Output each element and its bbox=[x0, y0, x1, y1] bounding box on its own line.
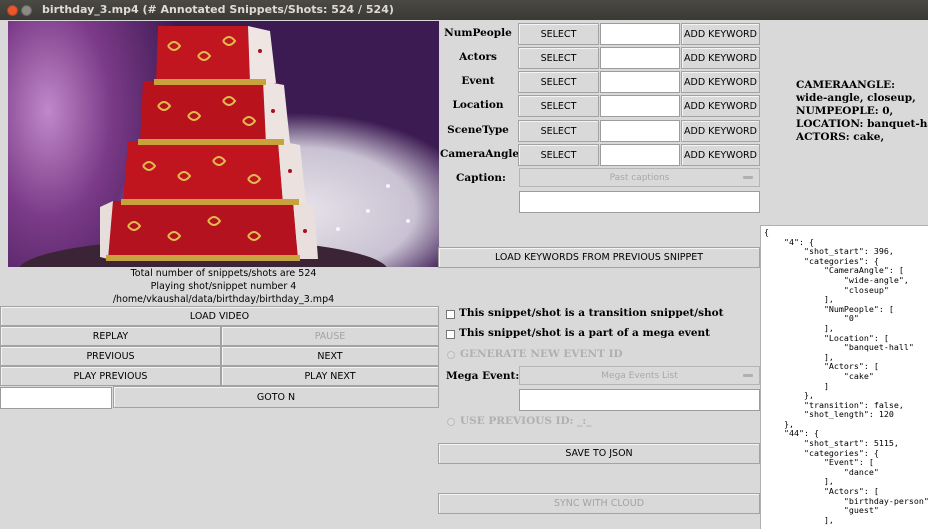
minimize-window-icon[interactable] bbox=[21, 5, 32, 16]
actors-input[interactable] bbox=[600, 47, 680, 69]
close-window-icon[interactable] bbox=[7, 5, 18, 16]
caption-label: Caption: bbox=[456, 172, 506, 184]
play-next-button[interactable]: PLAY NEXT bbox=[221, 366, 439, 386]
add-keyword-numpeople-button[interactable]: ADD KEYWORD bbox=[681, 23, 760, 45]
caption-input[interactable] bbox=[519, 191, 760, 213]
category-label: CameraAngle bbox=[440, 148, 520, 160]
add-keyword-cameraangle-button[interactable]: ADD KEYWORD bbox=[681, 144, 760, 166]
mega-events-placeholder: Mega Events List bbox=[601, 370, 678, 381]
annotation-summary: CAMERAANGLE: wide-angle, closeup, NUMPEO… bbox=[796, 79, 928, 144]
load-video-button[interactable]: LOAD VIDEO bbox=[0, 306, 439, 326]
transition-checkbox[interactable] bbox=[446, 310, 455, 319]
json-output-text: { "4": { "shot_start": 396, "categories"… bbox=[764, 227, 928, 525]
scenetype-input[interactable] bbox=[600, 120, 680, 142]
add-keyword-event-button[interactable]: ADD KEYWORD bbox=[681, 71, 760, 93]
replay-button[interactable]: REPLAY bbox=[0, 326, 221, 346]
window-titlebar: birthday_3.mp4 (# Annotated Snippets/Sho… bbox=[0, 0, 928, 20]
json-output-panel[interactable]: { "4": { "shot_start": 396, "categories"… bbox=[760, 225, 928, 529]
dropdown-arrow-icon bbox=[743, 374, 753, 377]
category-label: Event bbox=[461, 75, 495, 87]
playing-snippet-text: Playing shot/snippet number 4 bbox=[150, 281, 297, 292]
add-keyword-actors-button[interactable]: ADD KEYWORD bbox=[681, 47, 760, 69]
save-to-json-button[interactable]: SAVE TO JSON bbox=[438, 443, 760, 464]
summary-line: LOCATION: banquet-hall, bbox=[796, 118, 928, 130]
transition-checkbox-label: This snippet/shot is a transition snippe… bbox=[459, 307, 724, 319]
location-input[interactable] bbox=[600, 95, 680, 117]
next-button[interactable]: NEXT bbox=[221, 346, 439, 366]
summary-line: wide-angle, closeup, bbox=[796, 92, 916, 104]
summary-line: NUMPEOPLE: 0, bbox=[796, 105, 894, 117]
select-location-button[interactable]: SELECT bbox=[518, 95, 599, 117]
mega-event-checkbox[interactable] bbox=[446, 330, 455, 339]
category-label: Location bbox=[452, 99, 504, 111]
play-previous-button[interactable]: PLAY PREVIOUS bbox=[0, 366, 221, 386]
load-keywords-button[interactable]: LOAD KEYWORDS FROM PREVIOUS SNIPPET bbox=[438, 247, 760, 268]
use-previous-id-label: USE PREVIOUS ID: _:_ bbox=[460, 415, 592, 427]
select-scenetype-button[interactable]: SELECT bbox=[518, 120, 599, 142]
category-label: Actors bbox=[459, 51, 497, 63]
category-label: SceneType bbox=[447, 124, 509, 136]
select-numpeople-button[interactable]: SELECT bbox=[518, 23, 599, 45]
select-actors-button[interactable]: SELECT bbox=[518, 47, 599, 69]
window-title: birthday_3.mp4 (# Annotated Snippets/Sho… bbox=[42, 3, 394, 16]
video-path-text: /home/vkaushal/data/birthday/birthday_3.… bbox=[112, 294, 335, 305]
total-snippets-text: Total number of snippets/shots are 524 bbox=[130, 268, 317, 279]
select-event-button[interactable]: SELECT bbox=[518, 71, 599, 93]
cake-image bbox=[19, 26, 410, 267]
mega-events-dropdown[interactable]: Mega Events List bbox=[519, 366, 760, 385]
generate-id-label: GENERATE NEW EVENT ID bbox=[460, 348, 623, 360]
summary-line: ACTORS: cake, bbox=[796, 131, 885, 143]
past-captions-dropdown[interactable]: Past captions bbox=[519, 168, 760, 187]
use-previous-id-radio[interactable] bbox=[447, 418, 455, 426]
mega-event-label: Mega Event: bbox=[446, 370, 520, 382]
sync-with-cloud-button[interactable]: SYNC WITH CLOUD bbox=[438, 493, 760, 514]
select-cameraangle-button[interactable]: SELECT bbox=[518, 144, 599, 166]
generate-id-radio[interactable] bbox=[447, 351, 455, 359]
dropdown-arrow-icon bbox=[743, 176, 753, 179]
goto-n-input[interactable] bbox=[0, 387, 112, 409]
event-input[interactable] bbox=[600, 71, 680, 93]
previous-button[interactable]: PREVIOUS bbox=[0, 346, 221, 366]
add-keyword-scenetype-button[interactable]: ADD KEYWORD bbox=[681, 120, 760, 142]
pause-button[interactable]: PAUSE bbox=[221, 326, 439, 346]
add-keyword-location-button[interactable]: ADD KEYWORD bbox=[681, 95, 760, 117]
summary-line: CAMERAANGLE: bbox=[796, 79, 895, 91]
video-frame bbox=[8, 21, 439, 267]
category-label: NumPeople bbox=[444, 27, 512, 39]
past-captions-placeholder: Past captions bbox=[609, 172, 670, 183]
numpeople-input[interactable] bbox=[600, 23, 680, 45]
mega-event-checkbox-label: This snippet/shot is a part of a mega ev… bbox=[459, 327, 711, 339]
cameraangle-input[interactable] bbox=[600, 144, 680, 166]
goto-n-button[interactable]: GOTO N bbox=[113, 386, 439, 408]
mega-event-input[interactable] bbox=[519, 389, 760, 411]
